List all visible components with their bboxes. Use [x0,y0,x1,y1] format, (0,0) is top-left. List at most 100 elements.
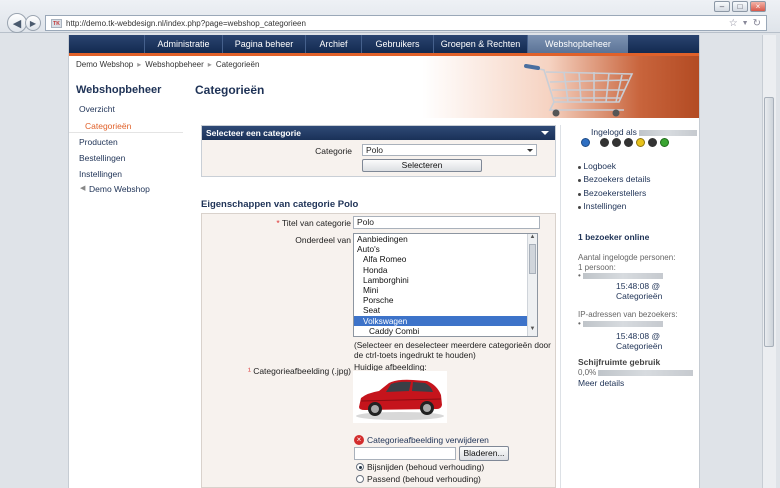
warning-icon[interactable] [636,138,645,147]
online-count: 1 bezoeker online [578,232,650,242]
link-logboek[interactable]: Logboek [578,161,616,171]
list-item[interactable]: Honda [354,265,537,275]
listbox-scroll-thumb[interactable] [529,244,536,274]
back-arrow-icon: ◀ [80,185,86,192]
list-item[interactable]: Seat [354,305,537,315]
page-scrollbar-thumb[interactable] [764,97,774,347]
ip-time: 15:48:08 [616,331,650,341]
refresh-icon[interactable]: ↻ [753,18,761,29]
list-item-selected[interactable]: Volkswagen [354,315,537,326]
close-icon[interactable]: × [750,1,766,12]
radio-fit[interactable] [356,475,364,483]
list-item[interactable]: Lamborghini [354,275,537,285]
breadcrumb-separator-icon: ▸ [137,60,142,69]
address-bar[interactable]: TK http://demo.tk-webdesign.nl/index.php… [45,15,767,31]
category-select-area: Categorie Polo Selecteren [202,140,555,176]
bullet-icon [578,193,581,196]
sidebar-item-categorieen[interactable]: Categorieën [85,121,131,131]
sidebar-item-producten[interactable]: Producten [79,137,118,147]
category-select[interactable]: Polo [362,144,537,156]
person-time: 15:48:08 [616,281,650,291]
link-bezoekerstellers[interactable]: Bezoekerstellers [578,188,646,198]
browse-button[interactable]: Bladeren... [459,446,509,461]
sidebar-item-instellingen[interactable]: Instellingen [79,169,122,179]
status-column: Ingelogd als Logboek Bezoekers details B… [560,125,699,488]
scroll-up-icon[interactable]: ▲ [528,234,537,244]
back-icon[interactable]: ◀ [7,13,27,33]
home-icon[interactable] [600,138,609,147]
bullet-icon [578,166,581,169]
list-item[interactable]: Auto's [354,244,537,254]
username-redacted [639,129,698,136]
ip-label: IP-adressen van bezoekers: [578,310,678,319]
nav-gebruikers[interactable]: Gebruikers [361,35,433,53]
dropdown-icon[interactable]: ▼ [742,20,749,27]
minimize-icon[interactable]: – [714,1,730,12]
sidebar-item-bestellingen[interactable]: Bestellingen [79,153,125,163]
forward-icon[interactable]: ▶ [25,15,41,31]
breadcrumb: Demo Webshop ▸ Webshopbeheer ▸ Categorie… [76,60,259,69]
link-instellingen-text: Instellingen [583,201,627,211]
logged-persons-label: Aantal ingelogde personen: [578,253,676,262]
properties-title: Eigenschappen van categorie Polo [201,199,359,210]
more-details-link[interactable]: Meer details [578,378,624,388]
link-bezoekers-details[interactable]: Bezoekers details [578,174,650,184]
person-row: • [578,271,664,280]
file-input[interactable] [354,447,456,460]
disk-value: 0,0% [578,368,597,377]
user-icon[interactable] [624,138,633,147]
ip-redacted [583,320,664,327]
category-select-header[interactable]: Selecteer een categorie [202,126,555,140]
select-button[interactable]: Selecteren [362,159,482,172]
person-name-redacted [583,272,664,279]
title-label: * Titel van categorie [259,218,351,228]
category-select-panel: Selecteer een categorie Categorie Polo S… [201,125,556,177]
settings-icon[interactable] [612,138,621,147]
maximize-icon[interactable]: □ [732,1,748,12]
nav-pagina-beheer[interactable]: Pagina beheer [222,35,305,53]
car-image-icon [353,371,447,423]
print-icon[interactable] [648,138,657,147]
link-instellingen[interactable]: Instellingen [578,201,626,211]
scroll-down-icon[interactable]: ▼ [528,326,537,336]
sidebar-item-demo-webshop[interactable]: Demo Webshop [89,184,150,194]
collapse-icon[interactable] [541,131,549,135]
online-icon[interactable] [660,138,669,147]
title-input[interactable]: Polo [353,216,540,229]
page-title: Categorieën [195,83,265,97]
parent-help-text: (Selecteer en deselecteer meerdere categ… [354,340,551,360]
list-item[interactable]: Caddy Combi [354,326,537,336]
remove-image-link[interactable]: Categorieafbeelding verwijderen [367,435,489,445]
radio-crop-label[interactable]: Bijsnijden (behoud verhouding) [367,462,484,472]
link-bezoekerstellers-text: Bezoekerstellers [583,188,647,198]
ip-row: • [578,319,664,328]
title-label-text: Titel van categorie [281,218,351,228]
top-navigation: Administratie Pagina beheer Archief Gebr… [69,35,699,53]
nav-administratie[interactable]: Administratie [144,35,222,53]
list-item[interactable]: Aanbiedingen [354,234,537,244]
breadcrumb-webshopbeheer[interactable]: Webshopbeheer [145,60,204,69]
image-label-text: Categorieafbeelding (.jpg) [253,366,351,376]
list-item[interactable]: Mini [354,285,537,295]
radio-crop[interactable] [356,463,364,471]
ip-activity: 15:48:08 @ Categorieën [616,331,699,351]
radio-fit-label[interactable]: Passend (behoud verhouding) [367,474,481,484]
sidebar-item-overzicht[interactable]: Overzicht [79,104,115,114]
breadcrumb-demo-webshop[interactable]: Demo Webshop [76,60,133,69]
list-item[interactable]: Alfa Romeo [354,254,537,264]
banner [194,56,699,118]
star-icon[interactable]: ☆ [729,18,738,29]
bullet-icon [578,179,581,182]
nav-archief[interactable]: Archief [305,35,361,53]
favicon-icon: TK [51,18,62,28]
nav-groepen-rechten[interactable]: Groepen & Rechten [433,35,527,53]
logged-in-label: Ingelogd als [591,127,698,137]
category-label: Categorie [315,146,352,156]
list-item[interactable]: Porsche [354,295,537,305]
parent-listbox[interactable]: Aanbiedingen Auto's Alfa Romeo Honda Lam… [353,233,538,337]
category-image [353,371,447,423]
nav-webshopbeheer[interactable]: Webshopbeheer [527,35,628,53]
delete-icon[interactable]: × [354,435,364,445]
listbox-scrollbar[interactable]: ▲ ▼ [527,234,537,336]
check-icon[interactable] [581,138,590,147]
